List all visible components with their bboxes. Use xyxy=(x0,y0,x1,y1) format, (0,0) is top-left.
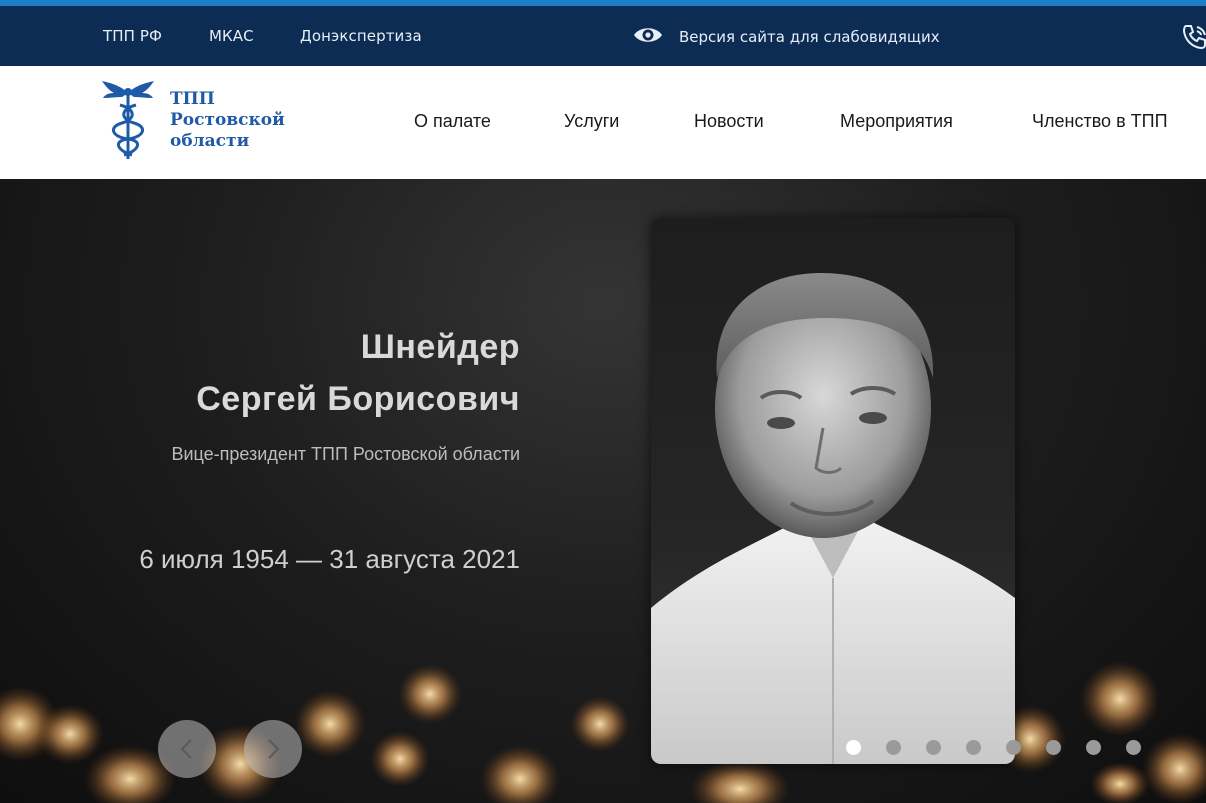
person-surname: Шнейдер xyxy=(360,328,520,366)
nav-about[interactable]: О палате xyxy=(414,111,491,132)
site-header: ТПП Ростовской области О палате Услуги Н… xyxy=(0,66,1206,179)
link-tpp-rf[interactable]: ТПП РФ xyxy=(103,27,162,45)
slider-next-button[interactable] xyxy=(244,720,302,778)
logo-line-1: ТПП xyxy=(170,89,215,109)
site-logo[interactable]: ТПП Ростовской области xyxy=(100,79,285,163)
chevron-left-icon xyxy=(180,739,192,759)
accessibility-version-link[interactable]: Версия сайта для слабовидящих xyxy=(633,24,940,50)
logo-text: ТПП Ростовской области xyxy=(170,89,285,152)
chevron-right-icon xyxy=(268,739,280,759)
slider-prev-button[interactable] xyxy=(158,720,216,778)
slider-dot-7[interactable] xyxy=(1086,740,1101,755)
portrait-photo xyxy=(651,218,1015,764)
hero-slider: Шнейдер Сергей Борисович Вице-президент … xyxy=(0,179,1206,803)
life-dates: 6 июля 1954 — 31 августа 2021 xyxy=(139,544,520,574)
person-given-names: Сергей Борисович xyxy=(196,380,520,418)
slider-dot-5[interactable] xyxy=(1006,740,1021,755)
accessibility-version-label: Версия сайта для слабовидящих xyxy=(679,28,940,46)
top-bar: ТПП РФ МКАС Донэкспертиза Версия сайта д… xyxy=(0,6,1206,66)
nav-membership[interactable]: Членство в ТПП xyxy=(1032,111,1168,132)
candle-lights-background xyxy=(0,661,1206,803)
nav-events[interactable]: Мероприятия xyxy=(840,111,953,132)
slider-dot-3[interactable] xyxy=(926,740,941,755)
logo-line-2: Ростовской xyxy=(170,110,285,130)
slider-dot-6[interactable] xyxy=(1046,740,1061,755)
slider-dot-2[interactable] xyxy=(886,740,901,755)
slider-dot-4[interactable] xyxy=(966,740,981,755)
slider-dot-8[interactable] xyxy=(1126,740,1141,755)
nav-news[interactable]: Новости xyxy=(694,111,764,132)
link-donexpertiza[interactable]: Донэкспертиза xyxy=(300,27,422,45)
link-mkas[interactable]: МКАС xyxy=(209,27,254,45)
phone-icon[interactable] xyxy=(1180,22,1206,52)
eye-icon xyxy=(633,24,663,50)
logo-line-3: области xyxy=(170,131,250,151)
nav-services[interactable]: Услуги xyxy=(564,111,619,132)
slider-dot-1[interactable] xyxy=(846,740,861,755)
person-name: Шнейдер Сергей Борисович xyxy=(196,321,520,425)
caduceus-logo-icon xyxy=(102,81,154,159)
person-role: Вице-президент ТПП Ростовской области xyxy=(171,444,520,464)
